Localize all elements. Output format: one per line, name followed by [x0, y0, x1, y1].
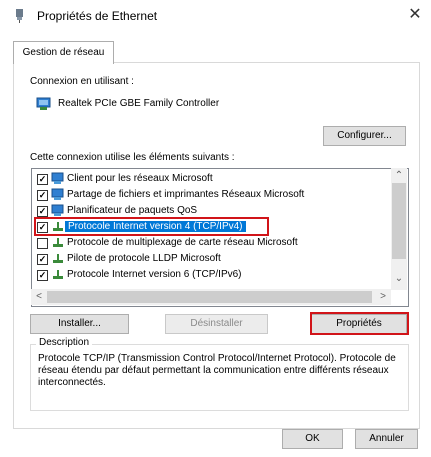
protocol-icon — [53, 270, 63, 279]
item-label: Client pour les réseaux Microsoft — [67, 173, 213, 184]
vertical-scroll-thumb[interactable] — [392, 183, 406, 259]
window-title: Propriétés de Ethernet — [37, 9, 158, 23]
list-item[interactable]: ✓ Protocole Internet version 6 (TCP/IPv6… — [32, 267, 392, 283]
highlight-box — [310, 312, 409, 335]
network-service-icon — [51, 204, 64, 216]
description-legend: Description — [36, 337, 93, 348]
install-button[interactable]: Installer... — [30, 314, 129, 334]
network-service-icon — [51, 188, 64, 200]
checkbox[interactable]: ✓ — [37, 190, 48, 201]
checkbox[interactable]: ✓ — [37, 270, 48, 281]
scroll-down-icon[interactable]: ⌄ — [392, 272, 406, 286]
tab-networking[interactable]: Gestion de réseau — [13, 41, 114, 64]
protocol-icon — [53, 238, 63, 247]
highlight-box — [34, 217, 269, 236]
network-client-icon — [51, 172, 64, 184]
close-button[interactable]: ✕ — [406, 6, 424, 24]
configure-button[interactable]: Configurer... — [323, 126, 406, 146]
scroll-right-icon[interactable]: > — [376, 290, 390, 304]
item-label: Protocole de multiplexage de carte résea… — [67, 237, 298, 248]
checkbox[interactable]: ✓ — [37, 174, 48, 185]
item-label: Pilote de protocole LLDP Microsoft — [67, 253, 221, 264]
network-adapter-icon — [36, 97, 51, 110]
items-label: Cette connexion utilise les éléments sui… — [30, 152, 235, 163]
horizontal-scroll-thumb[interactable] — [47, 291, 372, 303]
cancel-button[interactable]: Annuler — [355, 429, 418, 449]
list-item[interactable]: ✓ Client pour les réseaux Microsoft — [32, 171, 392, 187]
list-item[interactable]: Protocole de multiplexage de carte résea… — [32, 235, 392, 251]
uninstall-button[interactable]: Désinstaller — [165, 314, 268, 334]
item-label: Protocole Internet version 6 (TCP/IPv6) — [67, 269, 242, 280]
description-text: Protocole TCP/IP (Transmission Control P… — [38, 353, 396, 388]
item-label: Planificateur de paquets QoS — [67, 205, 198, 216]
connect-using-label: Connexion en utilisant : — [30, 76, 134, 87]
checkbox[interactable]: ✓ — [37, 206, 48, 217]
item-label: Partage de fichiers et imprimantes Résea… — [67, 189, 305, 200]
scroll-up-icon[interactable]: ⌃ — [392, 169, 406, 183]
protocol-icon — [53, 254, 63, 263]
checkbox[interactable]: ✓ — [37, 254, 48, 265]
list-item[interactable]: ✓ Pilote de protocole LLDP Microsoft — [32, 251, 392, 267]
items-listbox[interactable]: ✓ Client pour les réseaux Microsoft ✓ Pa… — [31, 168, 409, 307]
checkbox[interactable] — [37, 238, 48, 249]
network-cable-icon — [16, 9, 23, 23]
scroll-left-icon[interactable]: < — [32, 290, 46, 304]
adapter-name: Realtek PCIe GBE Family Controller — [58, 98, 220, 109]
ok-button[interactable]: OK — [282, 429, 343, 449]
list-item[interactable]: ✓ Partage de fichiers et imprimantes Rés… — [32, 187, 392, 203]
